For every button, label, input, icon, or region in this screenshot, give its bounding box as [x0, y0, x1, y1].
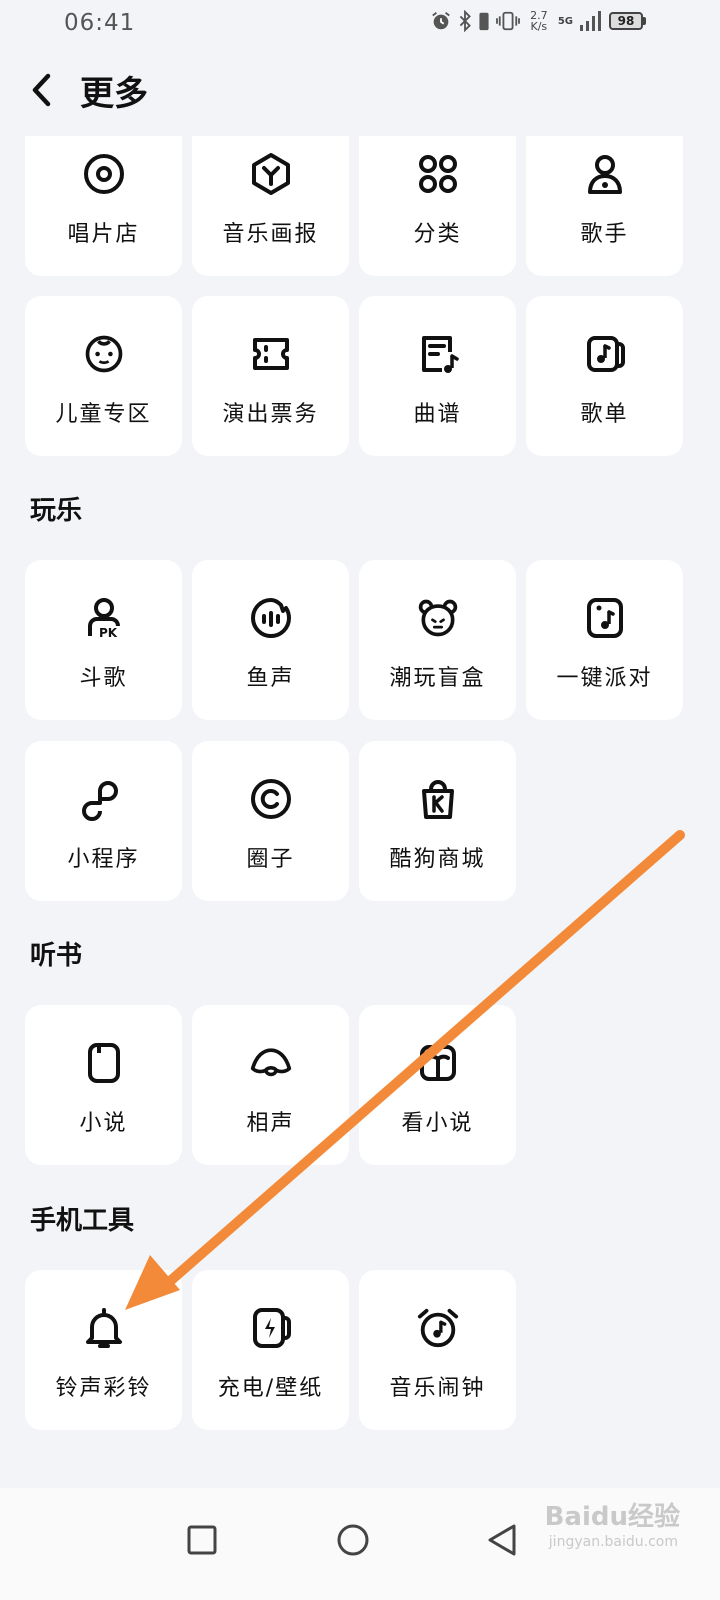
singer-icon: [583, 152, 627, 196]
grid-item-label: 铃声彩铃: [55, 1376, 152, 1401]
header: 更多: [0, 60, 720, 124]
battery-small-icon: [479, 12, 489, 31]
battery-level: 98: [609, 12, 643, 30]
book-icon: [82, 1041, 126, 1085]
grid-item-vinyl-store[interactable]: 唱片店: [25, 136, 182, 276]
grid-item-label: 一键派对: [556, 666, 653, 691]
grid-item-label: 看小说: [401, 1111, 474, 1136]
playlist-icon: [583, 332, 627, 376]
page-title: 更多: [80, 74, 148, 114]
section-title-phone-tools: 手机工具: [30, 1206, 135, 1236]
grid-item-read-novel[interactable]: 看小说: [359, 1005, 516, 1165]
grid-item-party[interactable]: 一键派对: [526, 560, 683, 720]
bluetooth-icon: [459, 10, 471, 32]
grid-item-circle[interactable]: 圈子: [192, 741, 349, 901]
svg-text:PK: PK: [99, 626, 118, 640]
net-speed: 2.7 K/s: [526, 10, 552, 32]
grid-item-label: 分类: [413, 222, 462, 247]
grid-item-label: 儿童专区: [55, 402, 152, 427]
circle-icon: [337, 1524, 369, 1556]
grid-item-label: 音乐闹钟: [389, 1376, 486, 1401]
back-nav-button[interactable]: [472, 1510, 532, 1570]
signal-label: 5G: [557, 15, 573, 27]
grid-item-song-battle[interactable]: PK 斗歌: [25, 560, 182, 720]
grid-item-label: 潮玩盲盒: [389, 666, 486, 691]
vibrate-icon: [495, 11, 520, 31]
grid-item-music-alarm[interactable]: 音乐闹钟: [359, 1270, 516, 1430]
fish-voice-icon: [249, 596, 293, 640]
battery-indicator: 98: [609, 12, 646, 30]
fan-icon: [249, 1041, 293, 1085]
grid-item-label: 鱼声: [246, 666, 295, 691]
watermark: Baidu经验: [544, 1502, 680, 1532]
grid-item-label: 歌单: [580, 402, 629, 427]
bell-icon: [82, 1306, 126, 1350]
grid-item-kugou-mall[interactable]: 酷狗商城: [359, 741, 516, 901]
grid-item-label: 小说: [79, 1111, 128, 1136]
vinyl-icon: [82, 152, 126, 196]
grid-item-novel[interactable]: 小说: [25, 1005, 182, 1165]
grid-item-singer[interactable]: 歌手: [526, 136, 683, 276]
hexagon-y-icon: [249, 152, 293, 196]
pk-user-icon: PK: [82, 596, 126, 640]
bear-face-icon: [416, 596, 460, 640]
grid-item-blind-box[interactable]: 潮玩盲盒: [359, 560, 516, 720]
status-time: 06:41: [64, 10, 136, 36]
grid-item-label: 曲谱: [413, 402, 462, 427]
shopping-bag-icon: [416, 777, 460, 821]
party-icon: [583, 596, 627, 640]
grid-item-label: 歌手: [580, 222, 629, 247]
grid-item-music-poster[interactable]: 音乐画报: [192, 136, 349, 276]
home-button[interactable]: [323, 1510, 383, 1570]
grid-item-label: 斗歌: [79, 666, 128, 691]
grid-item-fish-voice[interactable]: 鱼声: [192, 560, 349, 720]
grid-item-label: 小程序: [67, 847, 140, 872]
grid-item-playlist[interactable]: 歌单: [526, 296, 683, 456]
grid-item-charging-wallpaper[interactable]: 充电/壁纸: [192, 1270, 349, 1430]
net-speed-unit: K/s: [530, 20, 548, 33]
charging-icon: [249, 1306, 293, 1350]
grid-item-label: 唱片店: [67, 222, 140, 247]
signal-icon: [580, 11, 601, 31]
baby-face-icon: [82, 332, 126, 376]
open-book-icon: [416, 1041, 460, 1085]
grid-item-kids-zone[interactable]: 儿童专区: [25, 296, 182, 456]
grid-item-label: 演出票务: [222, 402, 319, 427]
grid-item-ringtone[interactable]: 铃声彩铃: [25, 1270, 182, 1430]
section-title-audiobook: 听书: [30, 941, 83, 971]
status-icons: 2.7 K/s 5G 98: [430, 10, 646, 32]
music-sheet-icon: [416, 332, 460, 376]
back-arrow-icon: [32, 73, 51, 107]
grid-item-sheet-music[interactable]: 曲谱: [359, 296, 516, 456]
square-icon: [187, 1525, 217, 1555]
ticket-icon: [249, 332, 293, 376]
grid-item-label: 充电/壁纸: [217, 1376, 324, 1401]
triangle-back-icon: [488, 1524, 516, 1556]
grid-item-mini-program[interactable]: 小程序: [25, 741, 182, 901]
status-bar: 06:41 2.7 K/s 5G 98: [0, 0, 720, 50]
grid-item-label: 圈子: [246, 847, 295, 872]
grid-item-label: 音乐画报: [222, 222, 319, 247]
section-title-play: 玩乐: [30, 496, 83, 526]
mini-program-icon: [81, 777, 126, 821]
back-button[interactable]: [22, 70, 62, 110]
grid-item-label: 相声: [246, 1111, 295, 1136]
recent-apps-button[interactable]: [172, 1510, 232, 1570]
alarm-icon: [432, 12, 450, 30]
grid-item-label: 酷狗商城: [389, 847, 486, 872]
grid-dots-icon: [416, 152, 460, 196]
circle-c-icon: [249, 777, 293, 821]
grid-item-tickets[interactable]: 演出票务: [192, 296, 349, 456]
watermark-url: jingyan.baidu.com: [548, 1534, 678, 1550]
grid-item-category[interactable]: 分类: [359, 136, 516, 276]
grid-item-crosstalk[interactable]: 相声: [192, 1005, 349, 1165]
alarm-clock-icon: [416, 1306, 460, 1350]
